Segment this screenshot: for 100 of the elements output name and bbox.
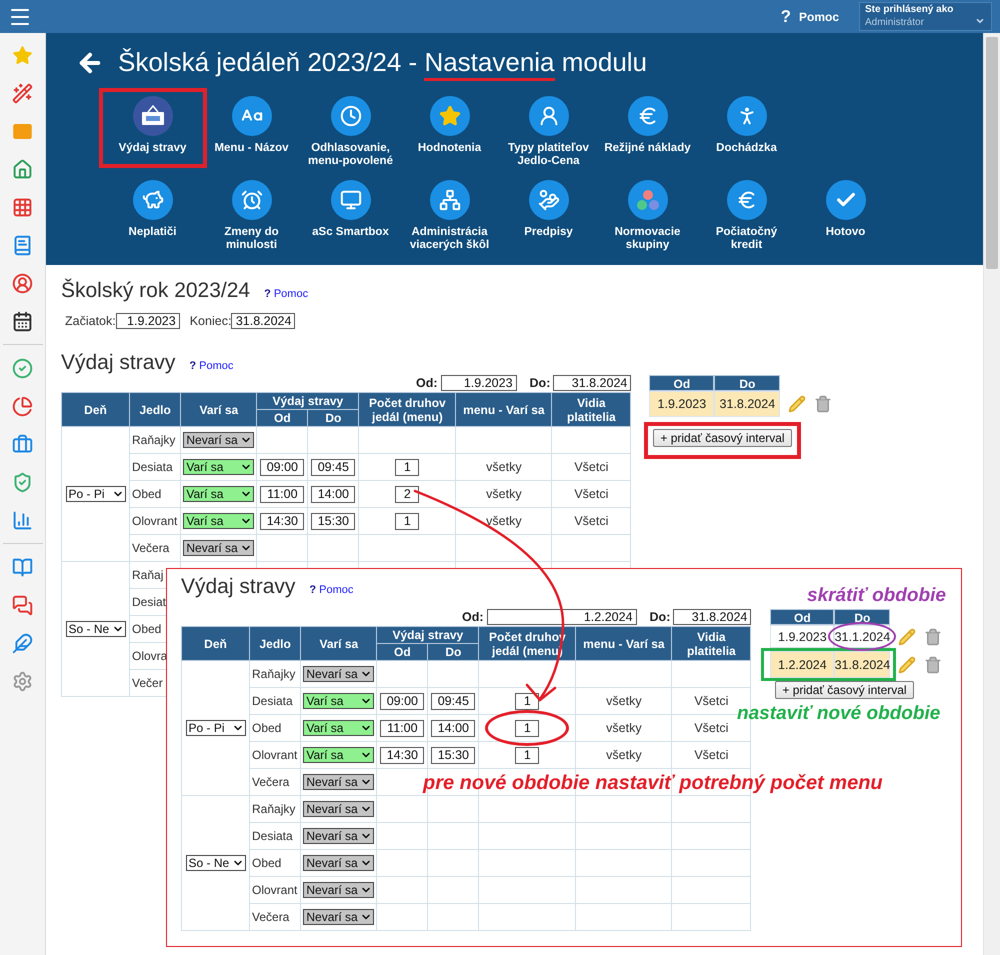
module-button[interactable]: Hodnotenia [401, 88, 498, 168]
time-field[interactable]: 09:45 [311, 458, 356, 476]
count-field[interactable]: 1 [395, 458, 420, 476]
pencil-icon[interactable] [898, 656, 916, 674]
module-button[interactable]: Normovacie skupiny [599, 172, 696, 252]
cooking-select[interactable]: Varí sa [303, 693, 374, 709]
date-text: 1.2.2024 [778, 658, 827, 672]
user-select[interactable]: Ste prihlásený ako Administrátor [859, 2, 992, 31]
shield-check-icon[interactable] [12, 472, 33, 492]
module-button[interactable]: Neplatiči [104, 172, 201, 252]
cooking-select[interactable]: Nevarí sa [183, 432, 254, 448]
help-link[interactable]: ? Pomoc [189, 360, 234, 372]
cooking-select[interactable]: Nevarí sa [303, 909, 374, 925]
open-book-icon[interactable] [12, 556, 33, 578]
module-button[interactable]: Režijné náklady [599, 88, 696, 168]
table-cell: Všetci [574, 514, 608, 528]
field-label: Od: [416, 376, 438, 390]
time-field[interactable]: 15:30 [431, 746, 476, 764]
day-select[interactable]: Po - Pi [186, 720, 246, 736]
date-field[interactable]: 1.2.2024 [486, 609, 637, 625]
module-button[interactable]: Počiatočný kredit [698, 172, 795, 252]
interval-row[interactable]: 1.9.2023 31.8.2024 [649, 391, 780, 417]
table-cell: všetky [486, 460, 522, 474]
cooking-select[interactable]: Nevarí sa [303, 855, 374, 871]
briefcase-icon[interactable] [12, 434, 33, 454]
table-cell: Všetci [694, 721, 728, 735]
trash-icon[interactable] [814, 395, 832, 413]
cooking-select[interactable]: Varí sa [303, 720, 374, 736]
count-field[interactable]: 2 [395, 486, 420, 502]
add-interval-button[interactable]: + pridať časový interval [653, 429, 792, 447]
time-field[interactable]: 09:00 [260, 458, 304, 476]
euro-icon [726, 180, 766, 220]
chat-icon[interactable] [12, 594, 33, 616]
time-field[interactable]: 11:00 [260, 486, 304, 502]
time-field[interactable]: 14:00 [311, 486, 356, 502]
magic-wand-icon[interactable] [12, 82, 33, 104]
feather-icon[interactable] [12, 632, 33, 654]
cooking-select[interactable]: Varí sa [183, 513, 254, 529]
grid-icon[interactable] [12, 196, 33, 218]
help-link[interactable]: ? Pomoc [780, 6, 839, 26]
module-button[interactable]: Predpisy [500, 172, 597, 252]
module-button[interactable]: Výdaj stravy [98, 88, 206, 168]
star-icon[interactable] [12, 44, 33, 66]
meal-name: Desiata [132, 460, 173, 474]
module-button[interactable]: aSc Smartbox [302, 172, 399, 252]
interval-row[interactable]: 1.2.2024 31.8.2024 [770, 651, 890, 678]
date-field[interactable]: 1.9.2023 [116, 313, 180, 329]
scrollbar-thumb[interactable] [986, 37, 998, 269]
bar-chart-icon[interactable] [12, 510, 33, 530]
module-button[interactable]: Zmeny do minulosti [203, 172, 300, 252]
pencil-icon[interactable] [898, 628, 916, 646]
cooking-select[interactable]: Nevarí sa [303, 774, 374, 790]
home-icon[interactable] [12, 158, 33, 180]
column-header: Vidia platitelia [552, 392, 631, 426]
trash-icon[interactable] [924, 656, 942, 674]
time-field[interactable]: 09:45 [431, 692, 476, 710]
module-button[interactable]: Hotovo [797, 172, 894, 252]
time-field[interactable]: 09:00 [380, 692, 424, 710]
cooking-select[interactable]: Nevarí sa [183, 540, 254, 556]
pencil-icon[interactable] [788, 395, 806, 413]
time-field[interactable]: 15:30 [311, 512, 356, 530]
day-select[interactable]: Po - Pi [66, 486, 126, 502]
module-button[interactable]: Dochádzka [698, 88, 795, 168]
calendar-icon[interactable] [12, 310, 33, 332]
settings-icon[interactable] [12, 670, 33, 692]
cooking-select[interactable]: Nevarí sa [303, 801, 374, 817]
time-field[interactable]: 14:30 [260, 512, 304, 530]
time-field[interactable]: 11:00 [380, 720, 424, 736]
count-field[interactable]: 1 [515, 692, 540, 710]
date-field[interactable]: 1.9.2023 [440, 375, 517, 391]
time-field[interactable]: 14:00 [431, 720, 476, 736]
module-button[interactable]: Typy platiteľov Jedlo-Cena [500, 88, 597, 168]
cooking-select[interactable]: Nevarí sa [303, 882, 374, 898]
trash-icon[interactable] [924, 628, 942, 646]
date-field[interactable]: 31.8.2024 [553, 375, 632, 391]
check-circle-icon[interactable] [12, 358, 33, 378]
count-field[interactable]: 1 [395, 512, 420, 530]
help-link[interactable]: ? Pomoc [309, 584, 354, 596]
date-field[interactable]: 31.8.2024 [231, 313, 296, 329]
user-icon[interactable] [12, 272, 33, 294]
notebook-icon[interactable] [12, 234, 33, 256]
meal-name: Raňajky [132, 433, 176, 447]
cooking-select[interactable]: Nevarí sa [303, 828, 374, 844]
cooking-select[interactable]: Varí sa [183, 459, 254, 475]
day-select[interactable]: So - Ne [186, 855, 246, 871]
add-interval-button[interactable]: + pridať časový interval [775, 681, 914, 699]
cooking-select[interactable]: Nevarí sa [303, 666, 374, 682]
cooking-select[interactable]: Varí sa [183, 486, 254, 502]
count-field[interactable]: 1 [515, 720, 540, 736]
module-button[interactable]: Administrácia viacerých škôl [401, 172, 498, 252]
day-select[interactable]: So - Ne [66, 621, 126, 637]
count-field[interactable]: 1 [515, 746, 540, 764]
pie-chart-icon[interactable] [12, 396, 33, 416]
time-field[interactable]: 14:30 [380, 746, 424, 764]
date-field[interactable]: 31.8.2024 [673, 609, 752, 625]
cooking-select[interactable]: Varí sa [303, 747, 374, 763]
meal-name: Olovrant [252, 883, 298, 897]
help-link[interactable]: ? Pomoc [264, 288, 308, 300]
column-header: Od [376, 644, 428, 660]
module-button[interactable]: Odhlasovanie, menu-povolené [302, 88, 399, 168]
